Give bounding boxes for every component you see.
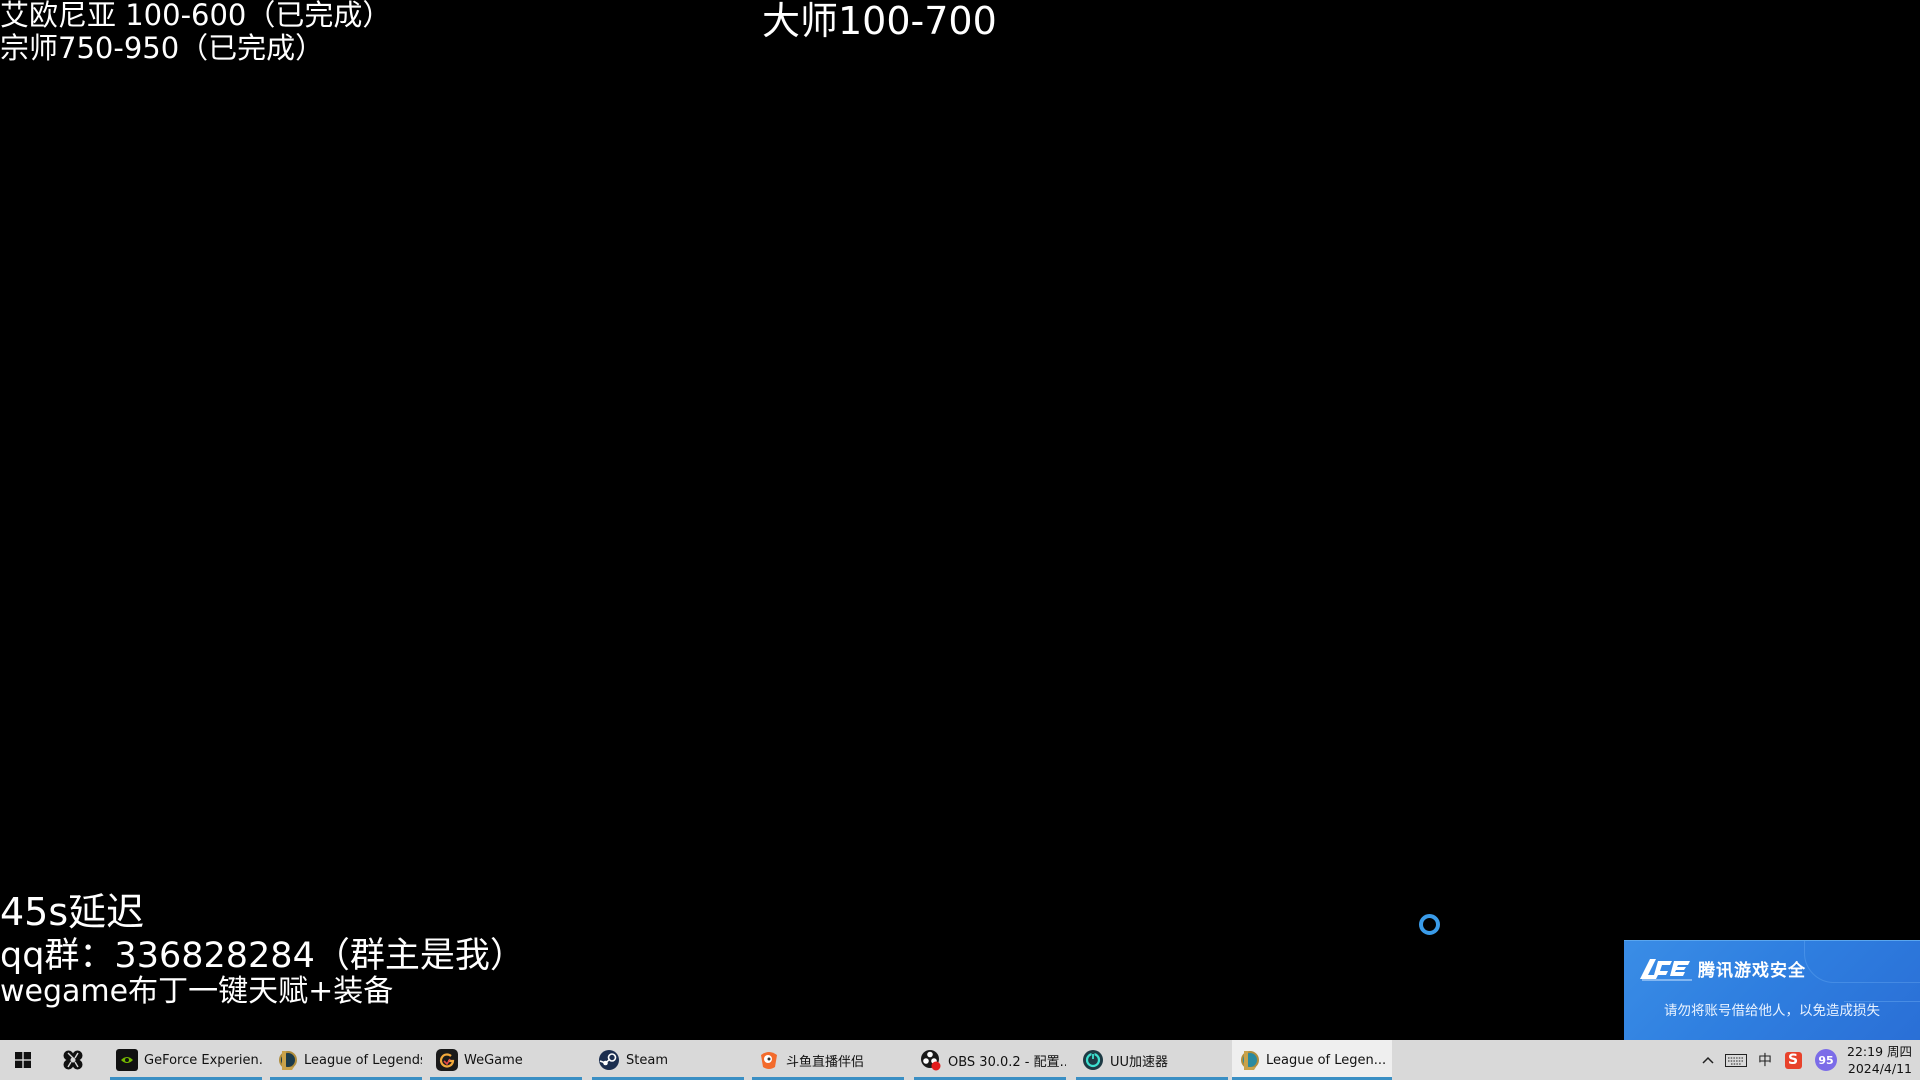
uu-accelerator-icon [1082,1049,1104,1071]
sogou-icon: S [1784,1051,1802,1069]
taskbar-item-geforce[interactable]: GeForce Experien... [110,1040,262,1080]
task-label: UU加速器 [1110,1054,1169,1070]
badge-95-icon: 95 [1815,1049,1837,1071]
douyu-icon [758,1049,780,1071]
keyboard-icon [1725,1053,1747,1067]
pinned-app-button[interactable] [50,1040,96,1080]
taskbar-item-league-of-legends[interactable]: League of Legends [270,1040,422,1080]
overlay-wegame-note: wegame布丁一键天赋+装备 [0,974,394,1009]
taskbar: GeForce Experien... League of Legends We… [0,1040,1920,1080]
obs-icon [920,1049,942,1071]
task-label: League of Legends [304,1052,422,1068]
tray-badge-button[interactable]: 95 [1812,1040,1840,1080]
fan-app-icon [63,1050,83,1070]
task-label: GeForce Experien... [144,1052,262,1068]
task-label: Steam [626,1052,668,1068]
overlay-delay: 45s延迟 [0,890,145,934]
clock-time: 22:19 周四 [1847,1044,1912,1059]
league-of-legends-icon [1238,1049,1260,1071]
tencent-security-toast[interactable]: 腾讯游戏安全 请勿将账号借给他人，以免造成损失 [1624,940,1920,1041]
start-button[interactable] [0,1040,46,1080]
overlay-grandmaster-progress: 宗师750-950（已完成） [0,31,325,65]
taskbar-item-obs[interactable]: OBS 30.0.2 - 配置... [914,1040,1066,1080]
show-hidden-icons-button[interactable] [1696,1040,1720,1080]
task-label: OBS 30.0.2 - 配置... [948,1054,1066,1070]
task-label: League of Legen... [1266,1052,1387,1068]
sogou-input-button[interactable]: S [1780,1040,1806,1080]
nvidia-icon [116,1049,138,1071]
taskbar-item-uu-accelerator[interactable]: UU加速器 [1076,1040,1228,1080]
system-clock[interactable]: 22:19 周四 2024/4/11 [1847,1043,1912,1077]
taskbar-item-steam[interactable]: Steam [592,1040,744,1080]
taskbar-item-wegame[interactable]: WeGame [430,1040,582,1080]
steam-icon [598,1049,620,1071]
touch-keyboard-button[interactable] [1722,1040,1750,1080]
overlay-qq-group: qq群：336828284（群主是我） [0,936,525,976]
loading-cursor-icon [1419,914,1440,935]
task-label: 斗鱼直播伴侣 [786,1054,865,1070]
toast-title: 腾讯游戏安全 [1698,961,1806,981]
toast-decoration [1804,941,1920,983]
ime-indicator[interactable]: 中 [1754,1040,1776,1080]
wegame-icon [436,1049,458,1071]
task-label: WeGame [464,1052,523,1068]
taskbar-item-league-of-legends-active[interactable]: League of Legen... [1232,1040,1392,1080]
ace-logo-icon [1640,959,1692,981]
league-of-legends-icon [276,1049,298,1071]
overlay-master-goal: 大师100-700 [762,0,997,43]
taskbar-item-douyu[interactable]: 斗鱼直播伴侣 [752,1040,904,1080]
overlay-ionia-progress: 艾欧尼亚 100-600（已完成） [0,0,392,32]
windows-start-icon [15,1052,31,1068]
toast-message: 请勿将账号借给他人，以免造成损失 [1664,1003,1880,1019]
clock-date: 2024/4/11 [1847,1061,1912,1076]
chevron-up-icon [1702,1056,1714,1064]
